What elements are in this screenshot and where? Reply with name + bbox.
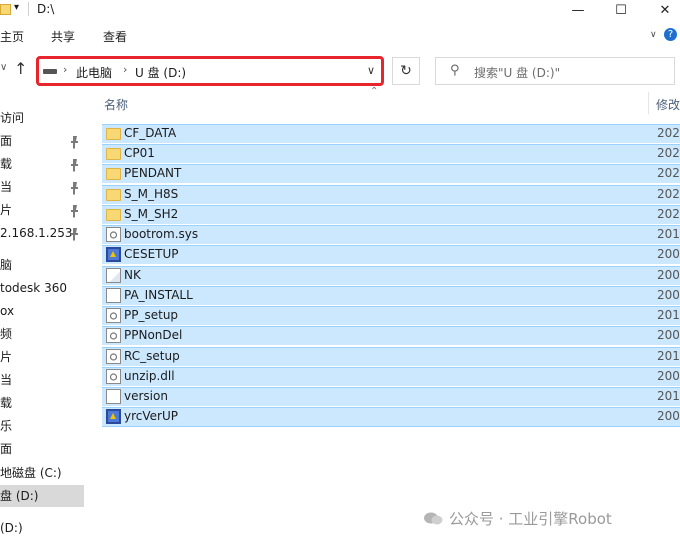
file-icon [106,389,121,404]
system-file-icon [106,369,121,384]
system-file-icon [106,328,121,343]
system-file-icon [106,227,121,242]
list-item[interactable]: version 2012 [102,387,680,406]
list-item[interactable]: PA_INSTALL 2008 [102,286,680,305]
list-item[interactable]: PP_setup 2010 [102,306,680,325]
list-item[interactable]: S_M_SH2 2021 [102,205,680,224]
folder-icon [106,168,121,180]
system-file-icon [106,349,121,364]
watermark: 公众号 · 工业引擎Robot [423,506,673,530]
list-item[interactable]: RC_setup 2011 [102,347,680,366]
list-item[interactable]: PPNonDel 2009 [102,326,680,345]
list-item[interactable]: NK 2009 [102,266,680,285]
list-item[interactable]: CF_DATA 2021 [102,124,680,143]
application-icon [106,409,121,424]
list-item[interactable]: S_M_H8S 2021 [102,185,680,204]
folder-icon [106,128,121,140]
list-item[interactable]: PENDANT 2021 [102,164,680,183]
file-list: CF_DATA 2021 CP01 2021 PENDANT 2021 S_M_… [0,0,680,544]
folder-icon [106,189,121,201]
watermark-text: 公众号 · 工业引擎Robot [449,509,612,528]
file-icon [106,288,121,303]
system-file-icon [106,308,121,323]
list-item[interactable]: CESETUP 2009 [102,245,680,264]
list-item[interactable]: CP01 2021 [102,144,680,163]
list-item[interactable]: yrcVerUP 2009 [102,407,680,427]
application-icon [106,247,121,262]
list-item[interactable]: bootrom.sys 2011 [102,225,680,244]
folder-icon [106,148,121,160]
file-icon [106,268,121,283]
wechat-icon [423,511,443,526]
list-item[interactable]: unzip.dll 2002 [102,367,680,386]
folder-icon [106,209,121,221]
